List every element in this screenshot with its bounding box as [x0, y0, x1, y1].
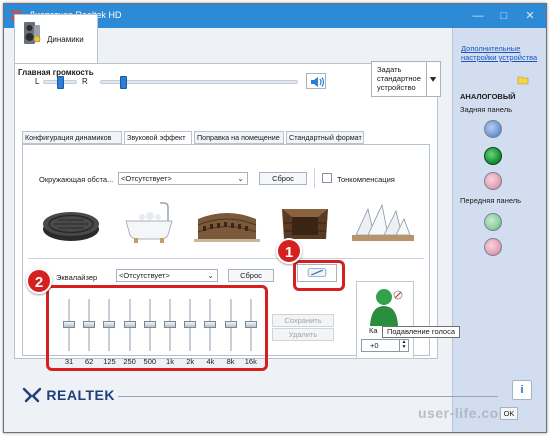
eq-delete-button[interactable]: Удалить: [272, 328, 334, 341]
manhole-cover-icon: [43, 212, 99, 241]
info-button[interactable]: i: [512, 380, 532, 400]
front-panel-label: Передняя панель: [460, 196, 522, 205]
balance-slider-thumb[interactable]: [57, 76, 64, 89]
advanced-settings-link[interactable]: Дополнительные настройки устройства: [461, 44, 541, 62]
tab-speaker-config[interactable]: Конфигурация динамиков: [22, 131, 122, 144]
opera-house-icon: [352, 203, 414, 241]
voice-cancel-tooltip: Подавление голоса: [382, 326, 461, 338]
env-preset-opera-house[interactable]: [346, 195, 420, 247]
realtek-logo: REALTEK: [22, 387, 115, 403]
device-tab-speakers[interactable]: Динамики: [14, 14, 98, 64]
realtek-brand-text: REALTEK: [46, 387, 115, 403]
maximize-button[interactable]: □: [492, 7, 516, 25]
volume-slider[interactable]: [100, 80, 298, 84]
equalizer-label: Эквалайзер: [56, 273, 98, 282]
equalizer-value: <Отсутствует>: [119, 271, 170, 280]
voice-cancel-label: Ка: [369, 326, 378, 335]
person-voice-icon: [370, 289, 403, 326]
connector-panel: [452, 28, 546, 432]
speaker-icon: [24, 22, 41, 44]
equalizer-reset-button[interactable]: Сброс: [228, 269, 274, 282]
realtek-crab-icon: [22, 387, 42, 403]
environment-combo[interactable]: <Отсутствует> ⌄: [118, 172, 248, 185]
ok-button[interactable]: OK: [500, 407, 518, 420]
device-tab-label: Динамики: [47, 35, 84, 44]
eq-save-button[interactable]: Сохранить: [272, 314, 334, 327]
env-preset-manhole[interactable]: [34, 195, 108, 247]
annotation-badge-1: 1: [276, 238, 302, 264]
rear-jack-blue[interactable]: [484, 120, 502, 138]
folder-icon[interactable]: [517, 74, 529, 86]
watermark-text: user-life.com: [418, 405, 512, 421]
environment-label: Окружающая обста...: [39, 175, 114, 184]
tab-default-format[interactable]: Стандартный формат: [286, 131, 364, 144]
chevron-down-icon: ⌄: [207, 271, 214, 280]
env-preset-bathroom[interactable]: [112, 195, 186, 247]
rear-jack-pink[interactable]: [484, 172, 502, 190]
front-jack-pink[interactable]: [484, 238, 502, 256]
dropdown-arrow-icon: [429, 77, 437, 82]
loudness-checkbox[interactable]: [322, 173, 332, 183]
footer-divider: [118, 396, 498, 397]
set-default-device-button[interactable]: Задать стандартное устройство: [371, 61, 441, 97]
loudness-label: Тонкомпенсация: [337, 175, 395, 184]
rear-jack-green[interactable]: [484, 147, 502, 165]
balance-right-label: R: [82, 77, 88, 86]
annotation-highlight-2: [46, 285, 268, 371]
annotation-badge-2: 2: [26, 268, 52, 294]
bathtub-icon: [125, 202, 173, 243]
stepper-arrows-icon[interactable]: ▲ ▼: [399, 340, 408, 351]
analog-section-title: АНАЛОГОВЫЙ: [460, 92, 516, 101]
speaker-volume-icon: [311, 77, 325, 87]
divider: [314, 168, 315, 188]
annotation-highlight-1: [293, 260, 345, 291]
close-button[interactable]: ✕: [518, 7, 542, 25]
env-preset-stone-room[interactable]: [268, 195, 342, 247]
front-jack-green[interactable]: [484, 213, 502, 231]
volume-slider-thumb[interactable]: [119, 76, 127, 89]
stone-room-icon: [282, 209, 328, 239]
balance-left-label: L: [35, 77, 40, 86]
main-volume-title: Главная громкость: [18, 68, 94, 77]
environment-value: <Отсутствует>: [121, 174, 172, 183]
env-preset-colosseum[interactable]: [190, 195, 264, 247]
chevron-down-icon: ⌄: [237, 174, 244, 183]
equalizer-combo[interactable]: <Отсутствует> ⌄: [116, 269, 218, 282]
rear-panel-label: Задняя панель: [460, 105, 513, 114]
minimize-button[interactable]: —: [466, 7, 490, 25]
tab-room-correction[interactable]: Поправка на помещение: [194, 131, 284, 144]
set-default-dropdown[interactable]: [426, 62, 440, 96]
tab-sound-effect[interactable]: Звуковой эффект: [124, 131, 192, 145]
mute-button[interactable]: [306, 73, 326, 89]
karaoke-value: +0: [370, 341, 379, 350]
karaoke-stepper[interactable]: +0 ▲ ▼: [361, 339, 409, 352]
environment-reset-button[interactable]: Сброс: [259, 172, 307, 185]
section-divider: [28, 258, 424, 259]
colosseum-icon: [194, 213, 260, 242]
